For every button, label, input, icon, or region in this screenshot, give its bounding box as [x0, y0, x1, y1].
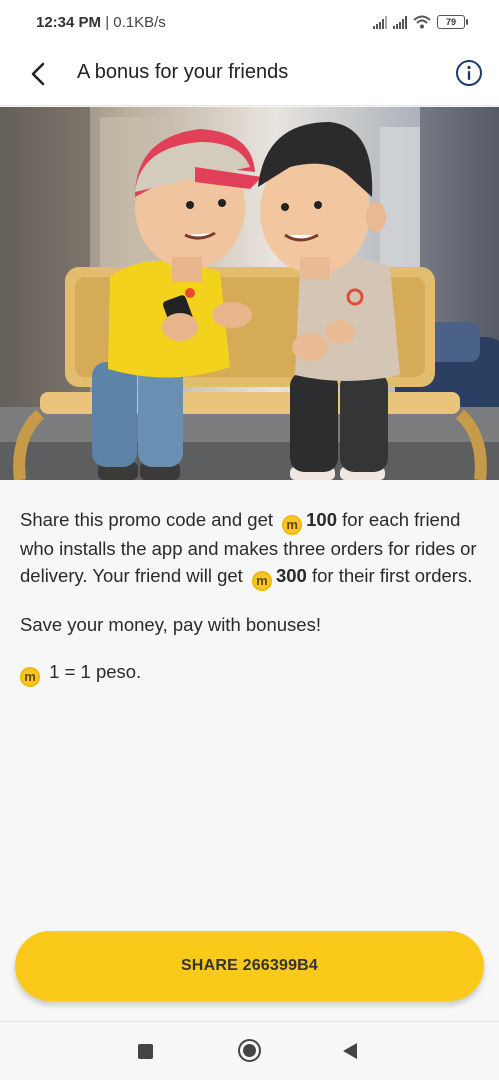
- friends-illustration: [0, 107, 499, 480]
- signal-icon: [393, 15, 407, 29]
- info-icon: [456, 60, 482, 86]
- hero-illustration: [0, 107, 499, 480]
- coin-icon: m: [251, 571, 272, 591]
- promo-description: Share this promo code and get m 100 for e…: [20, 506, 482, 687]
- app-header: A bonus for your friends: [0, 44, 499, 106]
- chevron-left-icon: [31, 62, 45, 86]
- battery-icon: 79: [437, 15, 468, 29]
- status-clock: 12:34 PM: [36, 13, 102, 31]
- page-title: A bonus for your friends: [77, 61, 289, 83]
- battery-level: 79: [445, 17, 456, 27]
- share-button-label: SHARE 266399B4: [180, 957, 319, 974]
- bonus-amount-referrer: 100: [306, 509, 338, 530]
- save-money-text: Save your money, pay with bonuses!: [20, 614, 321, 635]
- promo-text-c: for their first orders.: [311, 565, 473, 586]
- status-icons: 79: [373, 15, 468, 29]
- status-bar: 12:34 PM | 0.1KB/s 79: [0, 0, 499, 44]
- info-button[interactable]: [455, 59, 483, 87]
- share-promo-button[interactable]: SHARE 266399B4: [15, 931, 484, 1001]
- bonus-amount-friend: 300: [275, 565, 307, 586]
- promo-text: Share this promo code and get m 100 for e…: [20, 506, 482, 591]
- network-speed: | 0.1KB/s: [105, 13, 166, 31]
- exchange-rate-text: 1 = 1 peso.: [49, 661, 142, 682]
- circle-icon[interactable]: [238, 1039, 261, 1062]
- promo-text-a: Share this promo code and get: [20, 509, 273, 530]
- back-button[interactable]: [22, 58, 54, 90]
- square-icon[interactable]: [138, 1044, 153, 1059]
- status-time: 12:34 PM | 0.1KB/s: [36, 14, 166, 31]
- triangle-back-icon[interactable]: [343, 1043, 357, 1059]
- exchange-rate: m 1 = 1 peso.: [20, 658, 482, 687]
- signal-icon: [373, 15, 387, 29]
- wifi-icon: [413, 15, 431, 29]
- system-nav-bar: [0, 1021, 499, 1080]
- coin-icon: m: [282, 515, 303, 535]
- coin-icon: m: [20, 667, 40, 687]
